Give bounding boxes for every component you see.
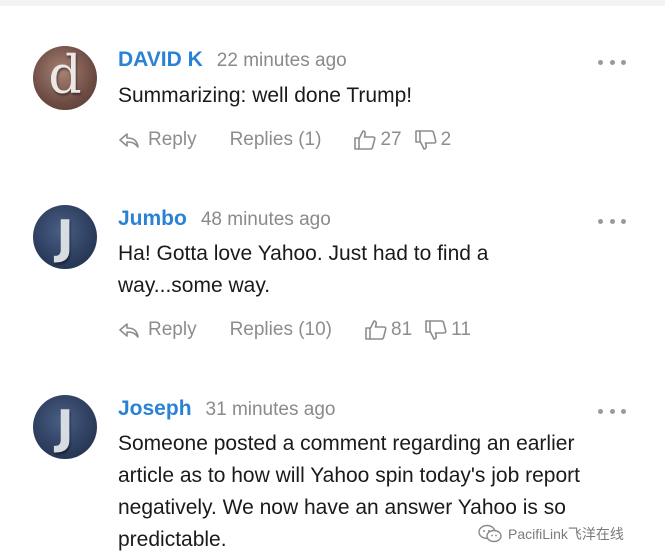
avatar[interactable]: J	[33, 395, 97, 459]
thumbs-down-icon	[425, 320, 447, 340]
thumbs-down-icon	[414, 130, 437, 150]
dislike-count: 11	[451, 319, 471, 340]
replies-button[interactable]: Replies (10)	[230, 319, 332, 341]
reply-arrow-icon	[119, 133, 139, 148]
reply-button[interactable]: Reply	[118, 129, 197, 151]
comment-actions: Reply Replies (1) 27 2	[118, 129, 451, 151]
avatar-letter: J	[56, 400, 74, 454]
like-count: 27	[380, 129, 402, 150]
comment-header: DAVID K 22 minutes ago	[118, 48, 347, 72]
reply-button[interactable]: Reply	[118, 319, 197, 341]
comment-actions: Reply Replies (10) 81 11	[118, 319, 471, 341]
timestamp: 31 minutes ago	[205, 399, 336, 420]
replies-button[interactable]: Replies (1)	[230, 129, 322, 151]
thumbs-up-icon	[354, 130, 376, 150]
more-options-icon[interactable]	[598, 409, 626, 417]
dislike-button[interactable]: 11	[424, 319, 471, 341]
reply-label: Reply	[148, 319, 197, 340]
more-options-icon[interactable]	[598, 60, 626, 68]
watermark-text: PacifiLink飞洋在线	[508, 526, 624, 542]
avatar-letter: d	[48, 46, 82, 106]
avatar[interactable]: J	[33, 205, 97, 269]
comment-text: Summarizing: well done Trump!	[118, 84, 413, 107]
username[interactable]: DAVID K	[118, 48, 203, 72]
timestamp: 22 minutes ago	[216, 50, 347, 71]
comment-header: Joseph 31 minutes ago	[118, 397, 335, 421]
like-button[interactable]: 27	[353, 129, 402, 151]
more-options-icon[interactable]	[598, 219, 626, 227]
top-divider	[0, 0, 665, 6]
reply-label: Reply	[148, 129, 197, 150]
timestamp: 48 minutes ago	[200, 209, 331, 230]
username[interactable]: Jumbo	[118, 207, 187, 231]
like-button[interactable]: 81	[364, 319, 412, 341]
comment-text: Ha! Gotta love Yahoo. Just had to find a…	[118, 242, 489, 297]
username[interactable]: Joseph	[118, 397, 192, 421]
reply-arrow-icon	[119, 323, 139, 338]
dislike-count: 2	[440, 129, 452, 150]
comment-header: Jumbo 48 minutes ago	[118, 207, 331, 231]
dislike-button[interactable]: 2	[414, 129, 452, 151]
watermark: PacifiLink飞洋在线	[478, 524, 624, 544]
wechat-icon	[478, 524, 502, 543]
like-count: 81	[391, 319, 413, 340]
avatar-letter: J	[56, 210, 74, 264]
thumbs-up-icon	[365, 320, 387, 340]
avatar[interactable]: d	[33, 46, 97, 110]
